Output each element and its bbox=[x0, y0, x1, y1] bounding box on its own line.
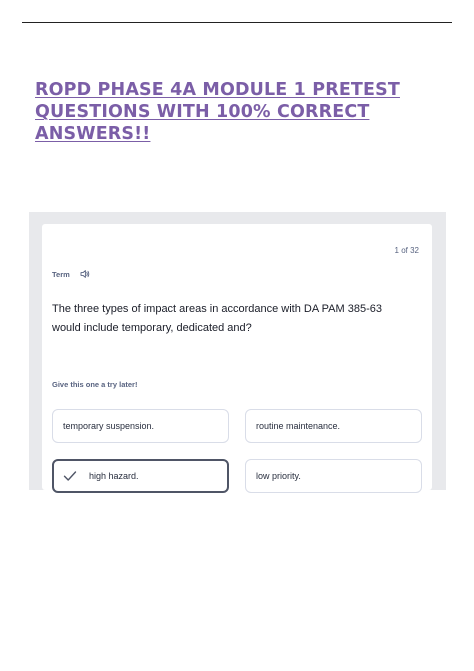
question-text: The three types of impact areas in accor… bbox=[52, 303, 382, 334]
answer-option-label: temporary suspension. bbox=[63, 421, 155, 431]
document-title: ROPD PHASE 4A MODULE 1 PRETEST QUESTIONS… bbox=[35, 80, 400, 144]
term-label: Term bbox=[52, 269, 70, 279]
flashcard: 1 of 32 Term The three types of impact a… bbox=[42, 224, 432, 493]
checkmark-icon bbox=[63, 471, 77, 481]
try-later-link[interactable]: Give this one a try later! bbox=[52, 380, 137, 389]
speaker-icon[interactable] bbox=[80, 269, 90, 279]
answer-option-3[interactable]: high hazard. bbox=[52, 459, 229, 493]
card-counter: 1 of 32 bbox=[394, 246, 419, 255]
answer-option-label: routine maintenance. bbox=[256, 421, 341, 431]
answer-option-label: high hazard. bbox=[89, 471, 139, 481]
answer-option-4[interactable]: low priority. bbox=[245, 459, 422, 493]
flashcard-screenshot: 1 of 32 Term The three types of impact a… bbox=[29, 212, 446, 493]
top-rule bbox=[22, 22, 452, 23]
term-row: Term bbox=[52, 269, 90, 279]
answer-option-2[interactable]: routine maintenance. bbox=[245, 409, 422, 443]
answer-option-label: low priority. bbox=[256, 471, 301, 481]
answer-option-1[interactable]: temporary suspension. bbox=[52, 409, 229, 443]
